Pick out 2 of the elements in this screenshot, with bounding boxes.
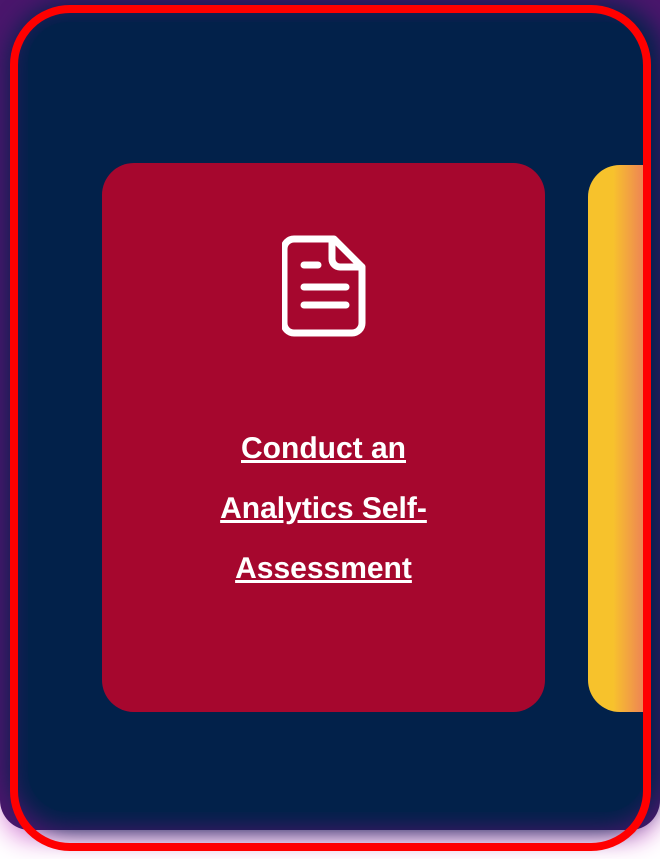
card-link[interactable]: Conduct an Analytics Self-Assessment: [198, 419, 448, 599]
document-icon: [282, 235, 366, 337]
